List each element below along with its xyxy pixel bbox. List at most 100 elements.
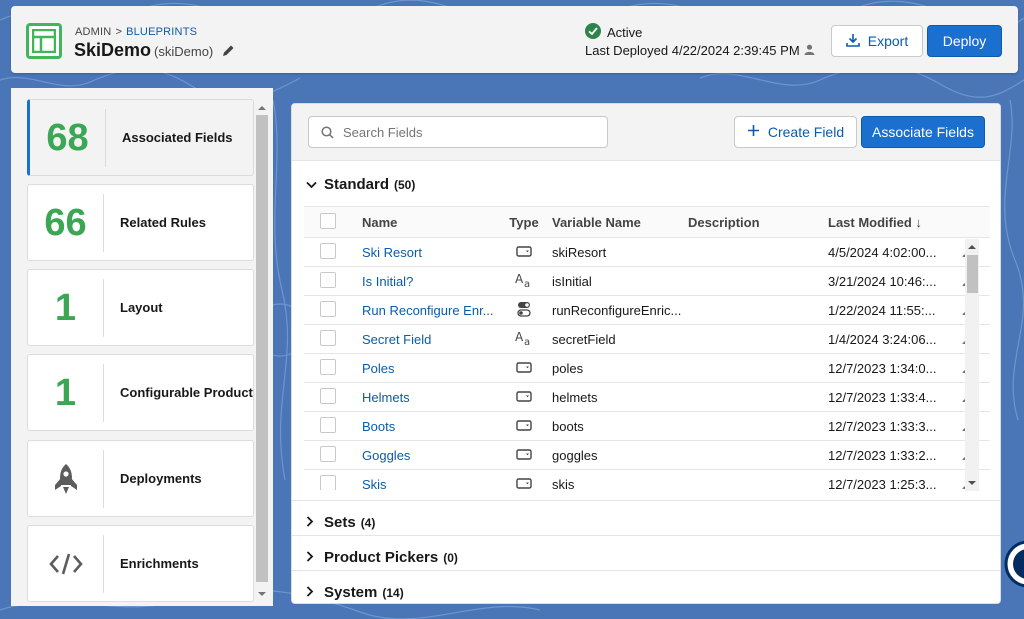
export-label: Export xyxy=(867,33,909,49)
breadcrumb-blueprints-link[interactable]: BLUEPRINTS xyxy=(126,26,197,38)
scroll-thumb[interactable] xyxy=(256,115,268,582)
select-all-checkbox[interactable] xyxy=(320,212,336,229)
sidebar-scrollbar[interactable] xyxy=(255,100,269,602)
last-deployed-text: Last Deployed 4/22/2024 2:39:45 PM xyxy=(585,43,800,58)
variable-name: isInitial xyxy=(552,273,592,289)
section-count: (4) xyxy=(360,515,376,530)
field-name-link[interactable]: Goggles xyxy=(352,448,500,463)
section-product-pickers-header[interactable]: Product Pickers (0) xyxy=(306,549,458,566)
table-scrollbar[interactable] xyxy=(965,239,979,491)
row-checkbox[interactable] xyxy=(320,445,336,462)
table-row[interactable]: Run Reconfigure Enr... runReconfigureEnri… xyxy=(304,296,990,325)
variable-name: goggles xyxy=(552,447,598,463)
row-checkbox[interactable] xyxy=(320,387,336,404)
table-row[interactable]: Helmets helmets 12/7/2023 1:33:4... xyxy=(304,383,990,412)
field-name-link[interactable]: Helmets xyxy=(352,390,500,405)
tile-label: Deployments xyxy=(120,471,202,486)
row-checkbox[interactable] xyxy=(320,474,336,490)
associate-fields-button[interactable]: Associate Fields xyxy=(861,116,985,148)
column-last-modified[interactable]: Last Modified ↓ xyxy=(828,215,962,230)
section-count: (0) xyxy=(443,550,458,565)
row-checkbox[interactable] xyxy=(320,271,336,288)
section-sets-header[interactable]: Sets (4) xyxy=(306,514,375,531)
help-assistant-icon[interactable] xyxy=(1004,540,1024,588)
chevron-right-icon xyxy=(306,549,316,566)
sidebar-item-configurable-product[interactable]: 1 Configurable Product xyxy=(27,354,254,431)
search-input[interactable] xyxy=(341,117,601,147)
column-name[interactable]: Name xyxy=(352,215,500,230)
sidebar-item-related-rules[interactable]: 66 Related Rules xyxy=(27,184,254,261)
field-name-link[interactable]: Is Initial? xyxy=(352,274,500,289)
fields-panel: Create Field Associate Fields Standard (… xyxy=(291,103,1001,604)
scroll-up-icon[interactable] xyxy=(965,241,979,253)
section-system-header[interactable]: System (14) xyxy=(306,584,404,601)
last-modified: 12/7/2023 1:33:3... xyxy=(828,418,937,434)
field-name-link[interactable]: Skis xyxy=(352,477,500,491)
deployment-status: Active Last Deployed 4/22/2024 2:39:45 P… xyxy=(585,22,815,58)
row-checkbox[interactable] xyxy=(320,300,336,317)
field-name-link[interactable]: Secret Field xyxy=(352,332,500,347)
record-header: ADMIN > BLUEPRINTS SkiDemo (skiDemo) Active… xyxy=(11,6,1018,73)
table-row[interactable]: Is Initial? Aa isInitial 3/21/2024 10:46:..… xyxy=(304,267,990,296)
section-count: (50) xyxy=(394,177,416,192)
section-sets-bar xyxy=(292,500,1000,534)
variable-name: boots xyxy=(552,418,584,434)
scroll-down-icon[interactable] xyxy=(965,477,979,489)
record-name: SkiDemo xyxy=(74,40,152,60)
row-checkbox[interactable] xyxy=(320,242,336,259)
section-standard-header[interactable]: Standard (50) xyxy=(306,176,415,193)
sidebar-item-associated-fields[interactable]: 68 Associated Fields xyxy=(27,99,254,176)
deploy-button[interactable]: Deploy xyxy=(927,25,1002,57)
create-field-button[interactable]: Create Field xyxy=(734,116,857,148)
search-box[interactable] xyxy=(308,116,608,148)
pencil-icon[interactable] xyxy=(222,41,235,62)
chevron-right-icon xyxy=(306,514,316,531)
section-count: (14) xyxy=(382,585,404,600)
column-type[interactable]: Type xyxy=(500,215,548,230)
row-checkbox[interactable] xyxy=(320,358,336,375)
column-description[interactable]: Description xyxy=(684,215,828,230)
sidebar-item-enrichments[interactable]: Enrichments xyxy=(27,525,254,602)
last-modified: 12/7/2023 1:34:0... xyxy=(828,360,937,376)
scroll-up-icon[interactable] xyxy=(255,102,269,114)
blueprint-icon xyxy=(26,23,62,59)
status-text: Active xyxy=(607,24,643,40)
variable-name: poles xyxy=(552,360,584,376)
row-checkbox[interactable] xyxy=(320,329,336,346)
picklist-icon xyxy=(516,245,532,260)
tile-count: 66 xyxy=(28,193,104,252)
table-row[interactable]: Boots boots 12/7/2023 1:33:3... xyxy=(304,412,990,441)
scroll-down-icon[interactable] xyxy=(255,588,269,600)
chevron-right-icon xyxy=(306,584,316,601)
rocket-icon xyxy=(28,449,104,508)
table-row[interactable]: Poles poles 12/7/2023 1:34:0... xyxy=(304,354,990,383)
table-row[interactable]: Goggles goggles 12/7/2023 1:33:2... xyxy=(304,441,990,470)
scroll-thumb[interactable] xyxy=(967,255,978,293)
field-name-link[interactable]: Ski Resort xyxy=(352,245,500,260)
field-name-link[interactable]: Poles xyxy=(352,361,500,376)
sidebar-item-deployments[interactable]: Deployments xyxy=(27,440,254,517)
text-icon: Aa xyxy=(515,272,533,291)
sidebar-item-layout[interactable]: 1 Layout xyxy=(27,269,254,346)
table-row[interactable]: Ski Resort skiResort 4/5/2024 4:02:00... xyxy=(304,238,990,267)
chevron-down-icon xyxy=(306,176,317,193)
column-variable-name[interactable]: Variable Name xyxy=(548,215,684,230)
svg-text:a: a xyxy=(524,279,530,288)
row-checkbox[interactable] xyxy=(320,416,336,433)
last-modified: 1/22/2024 11:55:... xyxy=(828,302,936,318)
table-row[interactable]: Secret Field Aa secretField 1/4/2024 3:24:0… xyxy=(304,325,990,354)
last-modified: 12/7/2023 1:33:4... xyxy=(828,389,937,405)
user-icon xyxy=(804,43,815,58)
search-icon xyxy=(321,126,334,139)
picklist-icon xyxy=(516,419,532,434)
code-icon xyxy=(28,534,104,593)
svg-text:A: A xyxy=(515,330,524,344)
field-name-link[interactable]: Run Reconfigure Enr... xyxy=(352,303,500,318)
field-name-link[interactable]: Boots xyxy=(352,419,500,434)
last-modified: 12/7/2023 1:33:2... xyxy=(828,447,937,463)
breadcrumb: ADMIN > BLUEPRINTS xyxy=(75,26,197,38)
tile-count: 1 xyxy=(28,278,104,337)
plus-icon xyxy=(747,124,760,140)
export-button[interactable]: Export xyxy=(831,25,923,57)
table-row[interactable]: Skis skis 12/7/2023 1:25:3... xyxy=(304,470,990,490)
